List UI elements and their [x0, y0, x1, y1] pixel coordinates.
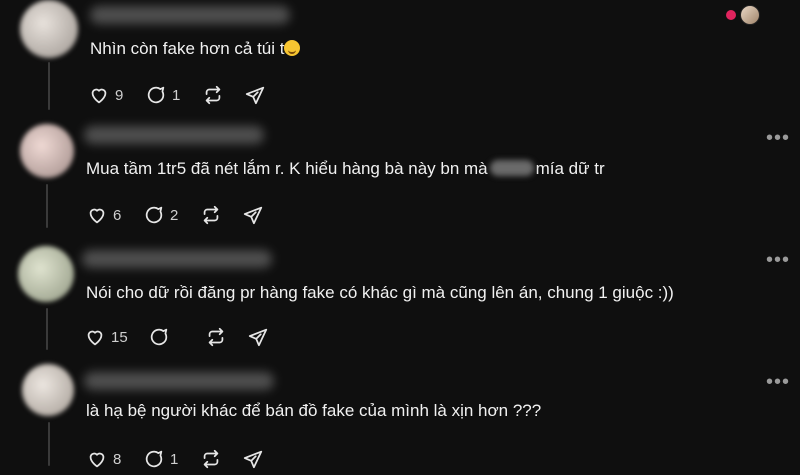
comment-icon: [145, 206, 163, 224]
rofl-emoji-icon: [284, 40, 301, 56]
heart-icon: [89, 208, 105, 224]
like-count: 9: [115, 86, 124, 104]
comment-icon: [150, 328, 167, 346]
comment-text: Mua tầm 1tr5 đã nét lắm r. K hiểu hàng b…: [86, 159, 605, 178]
reply-count: 1: [170, 450, 179, 468]
action-bar: 6 2: [86, 204, 284, 226]
send-icon: [245, 86, 265, 105]
like-button[interactable]: 6: [86, 204, 123, 226]
reply-button[interactable]: 1: [145, 84, 182, 106]
reply-count: 2: [170, 206, 179, 224]
send-icon: [243, 206, 263, 225]
redacted-word: [489, 160, 534, 176]
thread-line: [48, 62, 50, 110]
avatar[interactable]: [20, 0, 78, 58]
repost-icon: [205, 85, 221, 105]
action-bar: 15: [84, 326, 289, 348]
username-redacted[interactable]: [82, 250, 272, 268]
more-options-button[interactable]: •••: [766, 250, 790, 270]
avatar[interactable]: [22, 364, 74, 416]
username-redacted[interactable]: [84, 126, 264, 144]
thread-line: [46, 308, 48, 350]
reply-count: 1: [172, 86, 181, 104]
like-count: 15: [111, 328, 128, 346]
repost-button[interactable]: [205, 326, 227, 348]
send-icon: [243, 450, 263, 469]
repost-icon: [203, 449, 219, 469]
comment-2: ••• Mua tầm 1tr5 đã nét lắm r. K hiểu hà…: [0, 120, 800, 242]
comment-text: Nói cho dữ rồi đăng pr hàng fake có khác…: [86, 283, 674, 302]
reply-button[interactable]: 2: [143, 204, 180, 226]
reply-button[interactable]: [148, 326, 185, 348]
share-button[interactable]: [242, 204, 264, 226]
share-button[interactable]: [244, 84, 266, 106]
reply-button[interactable]: 1: [143, 448, 180, 470]
comment-4: ••• là hạ bệ người khác để bán đồ fake c…: [0, 360, 800, 475]
share-button[interactable]: [242, 448, 264, 470]
send-icon: [248, 328, 267, 347]
like-count: 6: [113, 206, 122, 224]
username-redacted[interactable]: [84, 372, 274, 390]
comment-text: là hạ bệ người khác để bán đồ fake của m…: [86, 401, 542, 420]
thread-line: [48, 422, 50, 466]
like-button[interactable]: 8: [86, 448, 123, 470]
comment-text: Nhìn còn fake hơn cả túi t: [90, 38, 301, 60]
avatar[interactable]: [20, 124, 74, 178]
repost-icon: [208, 327, 223, 347]
thread-line: [46, 184, 48, 228]
comment-icon: [145, 450, 163, 468]
like-button[interactable]: 9: [88, 84, 125, 106]
repost-icon: [203, 205, 219, 225]
avatar[interactable]: [18, 246, 74, 302]
comment-1: Nhìn còn fake hơn cả túi t 9 1: [0, 0, 800, 120]
action-bar: 9 1: [88, 84, 286, 106]
repost-button[interactable]: [200, 204, 222, 226]
heart-icon: [87, 330, 103, 346]
repost-button[interactable]: [200, 448, 222, 470]
username-redacted[interactable]: [90, 6, 290, 24]
more-options-button[interactable]: •••: [766, 372, 790, 392]
repost-button[interactable]: [202, 84, 224, 106]
like-count: 8: [113, 450, 122, 468]
action-bar: 8 1: [86, 448, 284, 470]
comment-3: ••• Nói cho dữ rồi đăng pr hàng fake có …: [0, 242, 800, 360]
share-button[interactable]: [247, 326, 269, 348]
comment-icon: [147, 86, 165, 104]
like-button[interactable]: 15: [84, 326, 128, 348]
heart-icon: [91, 88, 107, 104]
heart-icon: [89, 452, 105, 468]
more-options-button[interactable]: •••: [766, 128, 790, 148]
